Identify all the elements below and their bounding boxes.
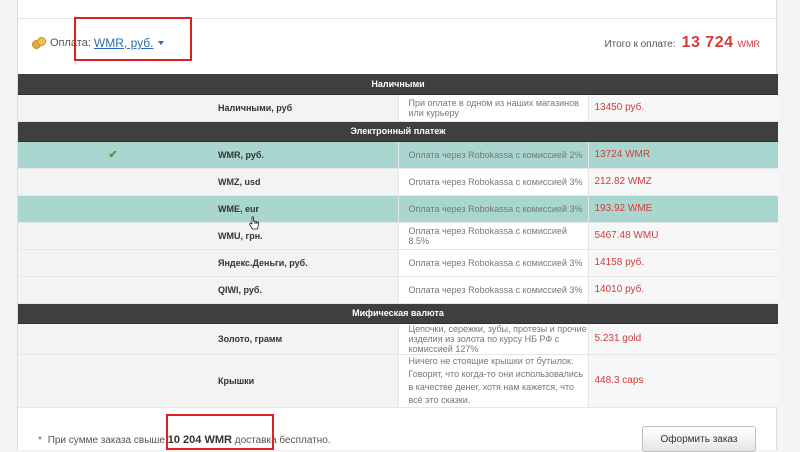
order-total: Итого к оплате: 13 724 WMR	[604, 34, 760, 52]
method-description: Цепочки, сережки, зубы, протезы и прочие…	[398, 323, 588, 355]
highlight-box-payment	[74, 17, 192, 61]
payment-row-qiwi[interactable]: QIWI, руб. Оплата через Robokassa с коми…	[18, 276, 778, 304]
checkout-panel: Оплата: WMR, руб. Итого к оплате: 13 724…	[17, 0, 778, 452]
method-price: 448.3 caps	[587, 354, 778, 408]
row-check-cell	[18, 195, 208, 223]
note-prefix: При сумме заказа свыше	[47, 435, 165, 446]
method-name: Наличными, руб	[208, 94, 399, 122]
method-price: 212.82 WMZ	[587, 168, 778, 196]
payment-row-cash[interactable]: Наличными, руб При оплате в одном из наш…	[18, 94, 778, 122]
payment-row-wmr[interactable]: ✔ WMR, руб. Оплата через Robokassa с ком…	[18, 141, 778, 169]
method-description: Оплата через Robokassa с комиссией 2%	[398, 141, 588, 169]
asterisk: *	[38, 435, 42, 446]
section-header-electronic: Электронный платеж	[18, 121, 778, 142]
method-description: Оплата через Robokassa с комиссией 3%	[398, 195, 588, 223]
coins-icon	[32, 37, 46, 49]
row-check-cell	[18, 323, 208, 355]
method-price: 14158 руб.	[587, 249, 778, 277]
row-check-cell	[18, 94, 208, 122]
method-price: 14010 руб.	[587, 276, 778, 304]
method-description: При оплате в одном из наших магазинов ил…	[398, 94, 588, 122]
row-check-cell: ✔	[18, 141, 208, 169]
method-name: Золото, грамм	[208, 323, 399, 355]
row-check-cell	[18, 222, 208, 250]
method-price: 193.92 WME	[587, 195, 778, 223]
method-price: 13724 WMR	[587, 141, 778, 169]
method-description: Оплата через Robokassa с комиссией 8.5%	[398, 222, 588, 250]
method-name: WMU, грн.	[208, 222, 399, 250]
method-price: 13450 руб.	[587, 94, 778, 122]
payment-row-wme[interactable]: WME, eur Оплата через Robokassa с комисс…	[18, 195, 778, 223]
method-description: Ничего не стоящие крышки от бутылок. Гов…	[408, 355, 584, 405]
payment-row-wmz[interactable]: WMZ, usd Оплата через Robokassa с комисс…	[18, 168, 778, 196]
row-check-cell	[18, 249, 208, 277]
method-description: Оплата через Robokassa с комиссией 3%	[398, 276, 588, 304]
payment-row-yandex[interactable]: Яндекс.Деньги, руб. Оплата через Robokas…	[18, 249, 778, 277]
method-name: WMZ, usd	[208, 168, 399, 196]
check-icon: ✔	[108, 149, 118, 161]
method-name: QIWI, руб.	[208, 276, 399, 304]
method-name: WME, eur	[208, 195, 399, 223]
method-price: 5.231 gold	[587, 323, 778, 355]
total-currency: WMR	[737, 39, 761, 49]
method-name: WMR, руб.	[208, 141, 399, 169]
method-name: Крышки	[208, 354, 399, 408]
row-check-cell	[18, 168, 208, 196]
method-price: 5467.48 WMU	[587, 222, 778, 250]
highlight-box-threshold	[166, 414, 274, 450]
row-check-cell	[18, 354, 208, 408]
method-description: Оплата через Robokassa с комиссией 3%	[398, 249, 588, 277]
payment-methods-table: Наличными Наличными, руб При оплате в од…	[18, 74, 778, 408]
total-label: Итого к оплате:	[604, 39, 676, 50]
section-header-cash: Наличными	[18, 74, 778, 95]
row-check-cell	[18, 276, 208, 304]
payment-row-gold[interactable]: Золото, грамм Цепочки, сережки, зубы, пр…	[18, 323, 778, 355]
section-header-mythical: Мифическая валюта	[18, 303, 778, 324]
total-amount: 13 724	[681, 34, 734, 51]
place-order-button[interactable]: Оформить заказ	[642, 426, 756, 452]
method-name: Яндекс.Деньги, руб.	[208, 249, 399, 277]
payment-row-caps[interactable]: Крышки Ничего не стоящие крышки от бутыл…	[18, 354, 778, 408]
method-description: Оплата через Robokassa с комиссией 3%	[398, 168, 588, 196]
payment-row-wmu[interactable]: WMU, грн. Оплата через Robokassa с комис…	[18, 222, 778, 250]
hand-cursor-icon	[249, 216, 259, 230]
